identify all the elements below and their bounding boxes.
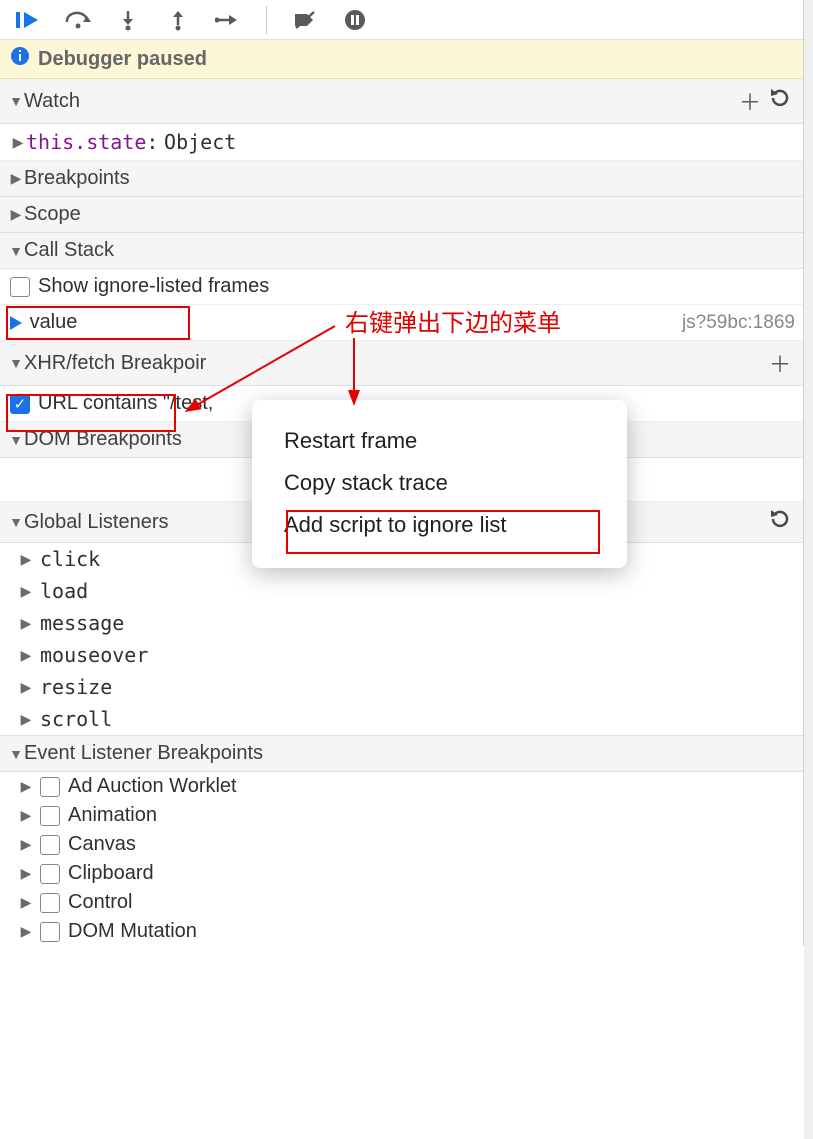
refresh-watch-button[interactable] [765, 87, 795, 115]
event-category-name: Control [68, 891, 132, 914]
chevron-right-icon: ▶ [18, 615, 34, 632]
list-item[interactable]: ▶ Ad Auction Worklet [0, 772, 803, 801]
chevron-right-icon: ▶ [18, 807, 34, 824]
listener-name: load [40, 579, 88, 603]
listener-name: click [40, 547, 100, 571]
vertical-scrollbar[interactable] [804, 0, 813, 1139]
chevron-down-icon: ▼ [8, 432, 24, 448]
step-over-icon[interactable] [62, 6, 94, 34]
chevron-right-icon: ▶ [18, 551, 34, 568]
chevron-down-icon: ▼ [8, 514, 24, 530]
list-item[interactable]: ▶ load [0, 575, 803, 607]
toolbar-separator [266, 6, 267, 34]
list-item[interactable]: ▶ mouseover [0, 639, 803, 671]
list-item[interactable]: ▶ resize [0, 671, 803, 703]
show-ignored-frames-row[interactable]: Show ignore-listed frames [0, 269, 803, 305]
listener-name: mouseover [40, 643, 148, 667]
chevron-right-icon: ▶ [18, 778, 34, 795]
global-listeners-list: ▶ click ▶ load ▶ message ▶ mouseover ▶ resize… [0, 543, 803, 735]
list-item[interactable]: ▶ Animation [0, 801, 803, 830]
debugger-toolbar [0, 0, 803, 40]
event-section-header[interactable]: ▼ Event Listener Breakpoints [0, 735, 803, 772]
checkbox-checked[interactable]: ✓ [10, 394, 30, 414]
xhr-section-header[interactable]: ▼ XHR/fetch Breakpoir ＋ [0, 341, 803, 386]
watch-title: Watch [24, 90, 735, 113]
list-item[interactable]: ▶ Control [0, 888, 803, 917]
ctx-restart-frame[interactable]: Restart frame [252, 420, 627, 462]
status-text: Debugger paused [38, 48, 207, 71]
refresh-listeners-button[interactable] [765, 508, 795, 536]
list-item[interactable]: ▶ DOM Mutation [0, 917, 803, 946]
add-xhr-button[interactable]: ＋ [765, 347, 795, 379]
step-out-icon[interactable] [162, 6, 194, 34]
checkbox-unchecked[interactable] [40, 893, 60, 913]
listener-name: message [40, 611, 124, 635]
chevron-right-icon: ▶ [8, 170, 24, 187]
chevron-right-icon: ▶ [18, 711, 34, 728]
ctx-add-to-ignore-list[interactable]: Add script to ignore list [252, 504, 627, 546]
list-item[interactable]: ▶ scroll [0, 703, 803, 735]
chevron-down-icon: ▼ [8, 746, 24, 762]
listener-name: scroll [40, 707, 112, 731]
list-item[interactable]: ▶ Canvas [0, 830, 803, 859]
chevron-right-icon: ▶ [18, 923, 34, 940]
chevron-down-icon: ▼ [8, 93, 24, 109]
checkbox-unchecked[interactable] [40, 835, 60, 855]
chevron-right-icon: ▶ [8, 206, 24, 223]
chevron-right-icon: ▶ [18, 679, 34, 696]
current-frame-icon [10, 316, 24, 330]
event-category-name: Canvas [68, 833, 136, 856]
step-into-icon[interactable] [112, 6, 144, 34]
chevron-down-icon: ▼ [8, 355, 24, 371]
callstack-title: Call Stack [24, 239, 795, 262]
xhr-title: XHR/fetch Breakpoir [24, 352, 765, 375]
pause-exceptions-icon[interactable] [339, 6, 371, 34]
chevron-right-icon: ▶ [18, 865, 34, 882]
watch-item[interactable]: ▶ this.state: Object [0, 124, 803, 161]
event-categories-list: ▶ Ad Auction Worklet ▶ Animation ▶ Canvas ▶… [0, 772, 803, 946]
breakpoints-section-header[interactable]: ▶ Breakpoints [0, 161, 803, 197]
step-icon[interactable] [212, 6, 244, 34]
event-category-name: Animation [68, 804, 157, 827]
breakpoints-title: Breakpoints [24, 167, 795, 190]
checkbox-unchecked[interactable] [40, 777, 60, 797]
resume-icon[interactable] [12, 6, 44, 34]
event-category-name: DOM Mutation [68, 920, 197, 943]
context-menu: Restart frame Copy stack trace Add scrip… [252, 400, 627, 568]
listener-name: resize [40, 675, 112, 699]
deactivate-breakpoints-icon[interactable] [289, 6, 321, 34]
annotation-arrow-down [342, 336, 372, 406]
list-item[interactable]: ▶ message [0, 607, 803, 639]
frame-file-link[interactable]: js?59bc:1869 [682, 312, 795, 334]
event-title: Event Listener Breakpoints [24, 742, 795, 765]
list-item[interactable]: ▶ Clipboard [0, 859, 803, 888]
debugger-status-bar: Debugger paused [0, 40, 803, 79]
scope-title: Scope [24, 203, 795, 226]
add-watch-button[interactable]: ＋ [735, 85, 765, 117]
checkbox-unchecked[interactable] [10, 277, 30, 297]
watch-section-header[interactable]: ▼ Watch ＋ [0, 79, 803, 124]
chevron-right-icon: ▶ [18, 894, 34, 911]
show-ignored-label: Show ignore-listed frames [38, 275, 269, 298]
chevron-right-icon: ▶ [18, 836, 34, 853]
checkbox-unchecked[interactable] [40, 864, 60, 884]
scope-section-header[interactable]: ▶ Scope [0, 197, 803, 233]
chevron-down-icon: ▼ [8, 243, 24, 259]
annotation-arrow-left [175, 320, 345, 420]
watch-sep: : [146, 130, 158, 154]
chevron-right-icon: ▶ [10, 134, 26, 151]
ctx-copy-stack-trace[interactable]: Copy stack trace [252, 462, 627, 504]
checkbox-unchecked[interactable] [40, 806, 60, 826]
event-category-name: Clipboard [68, 862, 154, 885]
annotation-text: 右键弹出下边的菜单 [345, 303, 561, 338]
checkbox-unchecked[interactable] [40, 922, 60, 942]
chevron-right-icon: ▶ [18, 583, 34, 600]
callstack-section-header[interactable]: ▼ Call Stack [0, 233, 803, 269]
info-icon [10, 46, 30, 72]
event-category-name: Ad Auction Worklet [68, 775, 237, 798]
chevron-right-icon: ▶ [18, 647, 34, 664]
watch-value: Object [164, 130, 236, 154]
watch-expression: this.state [26, 130, 146, 154]
